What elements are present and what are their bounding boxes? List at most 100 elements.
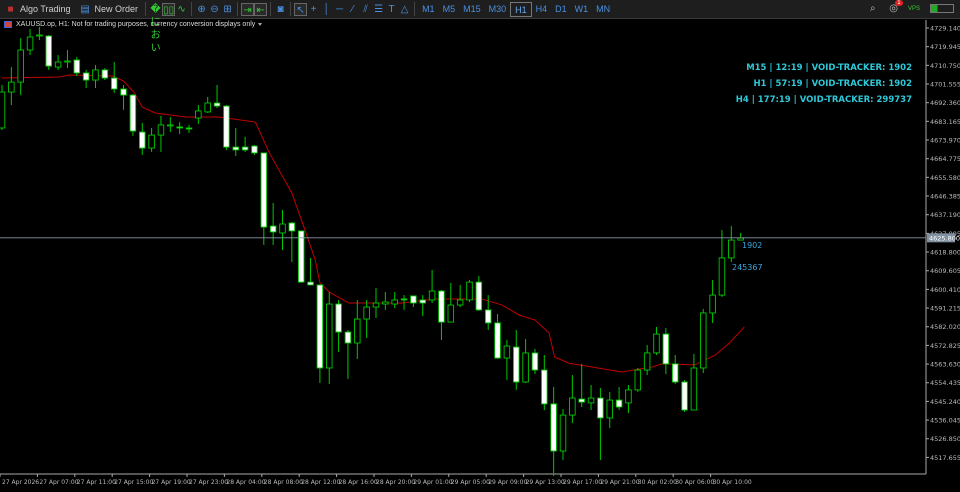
y-tick-label: 4536.045 [930,417,960,425]
crosshair-icon[interactable]: + [307,3,320,16]
candle [513,330,520,390]
candle-body-bull [625,389,632,404]
candle [64,50,71,69]
candle [260,152,268,245]
timeframe-d1[interactable]: D1 [551,2,571,17]
toolbar: ■ Algo Trading ▤ New Order �におい ▯▯ ∿ ⊕ ⊖ ⊞… [0,0,960,54]
x-tick-label: 29 Apr 13:00 [526,479,565,486]
candle [671,354,679,385]
timeframe-m30[interactable]: M30 [485,2,511,17]
y-tick-label: 4618.800 [930,249,960,257]
candle-body-bear [615,399,623,408]
symbol-icon [4,21,12,28]
y-tick-label: 4664.775 [930,155,960,163]
candle-body-bull [8,81,15,93]
candle [73,56,81,76]
candle-body-bear [110,77,118,90]
x-tick-label: 29 Apr 01:00 [413,479,452,486]
candle [195,105,202,124]
y-tick-label: 4637.190 [930,211,960,219]
candle-body-bull [709,294,716,314]
autoscroll-icon[interactable]: ⇥ [241,2,255,16]
candle-body-bull [391,299,398,305]
candle-body-bull [503,345,511,359]
zoom-in-icon[interactable]: ⊕ [195,3,208,16]
candle-body-bull [522,352,529,383]
candle-body-bull [26,36,34,51]
candle-body-bull [382,301,389,305]
candle [700,308,707,374]
candle [17,38,24,96]
tile-windows-icon[interactable]: ⊞ [221,3,234,16]
candle-body-bear [513,346,520,383]
connection-status-bar [930,4,954,13]
candle [531,348,539,375]
candle-body-bear [344,331,352,344]
candle-body-bear [241,146,249,151]
candle-body-bull [653,333,660,354]
search-icon[interactable]: ⌕ [866,2,879,15]
new-order-icon: ▤ [80,3,90,15]
x-tick-label: 27 Apr 15:00 [114,479,153,486]
x-tick-label: 27 Apr 2026 [2,479,39,486]
candle [569,375,576,424]
candle-body-bear [213,102,221,107]
candle [148,127,155,152]
candle [541,354,548,411]
candle [382,292,389,310]
trendline-icon[interactable]: ⁄ [346,3,359,16]
candle [251,145,258,155]
screenshot-icon[interactable]: ◙ [274,3,287,16]
timeframe-m1[interactable]: M1 [418,2,439,17]
cursor-icon[interactable]: ↖ [294,2,308,16]
algo-trading-button[interactable]: ■ Algo Trading [0,1,75,18]
current-price-label: 4625.800 [929,234,960,242]
candlestick-icon[interactable]: ▯▯ [162,2,176,16]
x-tick-label: 27 Apr 23:00 [189,479,228,486]
fibonacci-icon[interactable]: ☰ [372,3,385,16]
candle [316,284,324,384]
candle-body-bear [101,69,109,79]
new-order-button[interactable]: ▤ New Order [75,1,143,18]
candle-body-bear [475,281,483,311]
candle [494,313,501,360]
equidistant-channel-icon[interactable]: ⫽ [359,3,372,16]
candle [428,269,436,304]
horizontal-line-icon[interactable]: ─ [333,3,346,16]
y-tick-label: 4600.410 [930,286,960,294]
candle-body-bear [531,352,539,371]
y-tick-label: 4554.435 [930,379,960,387]
timeframe-m15[interactable]: M15 [459,2,485,17]
candle-body-bear [185,127,193,130]
candle [307,257,314,286]
candle [92,65,99,88]
candle [372,287,380,319]
vps-icon[interactable]: VPS [908,6,920,12]
bar-chart-icon[interactable]: �におい [149,3,162,54]
notifications-button[interactable]: ◎ 1 [889,0,903,14]
timeframe-w1[interactable]: W1 [571,2,593,17]
chart-shift-icon[interactable]: ⇤ [254,2,268,16]
candle [344,330,352,379]
candle [391,292,398,309]
candle [82,69,90,88]
timeframe-m5[interactable]: M5 [439,2,460,17]
candle-body-bear [316,284,324,369]
candle [223,105,230,150]
zoom-out-icon[interactable]: ⊖ [208,3,221,16]
y-tick-label: 4683.165 [930,118,960,126]
timeframe-mn[interactable]: MN [592,2,614,17]
timeframe-h1[interactable]: H1 [510,1,532,17]
vertical-line-icon[interactable]: │ [320,3,333,16]
candle-body-bull [466,281,473,301]
timeframe-h4[interactable]: H4 [532,2,552,17]
candle-body-bull [148,134,155,149]
candle-body-bull [204,102,211,113]
tracker-label-2: 245367 [732,263,763,272]
line-chart-icon[interactable]: ∿ [175,3,188,16]
candle [354,299,361,360]
candle [0,84,6,131]
shapes-icon[interactable]: △ [398,3,411,16]
text-icon[interactable]: T [385,3,398,16]
x-tick-label: 27 Apr 11:00 [77,479,116,486]
